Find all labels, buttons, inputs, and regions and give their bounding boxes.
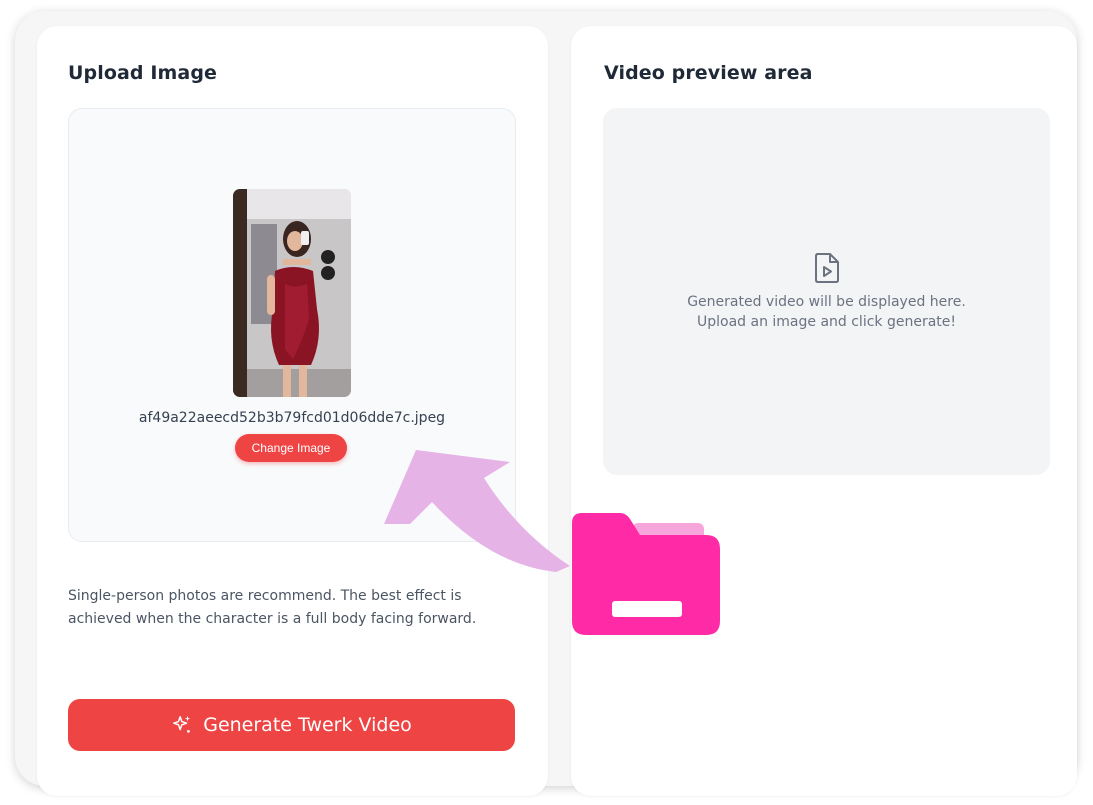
change-image-button[interactable]: Change Image [235,434,347,462]
uploaded-photo-thumbnail [233,189,351,397]
upload-card: Upload Image af49a22aeecd52b3b79fcd01d06… [37,26,548,796]
generate-video-button[interactable]: Generate Twerk Video [68,699,515,751]
app-frame: Upload Image af49a22aeecd52b3b79fcd01d06… [15,11,1077,796]
preview-card: Video preview area Generated video will … [571,26,1077,796]
video-file-icon [815,253,839,283]
preview-placeholder-text: Generated video will be displayed here. … [603,292,1050,332]
preview-title: Video preview area [604,62,813,84]
curved-arrow-icon [384,450,570,572]
video-preview-area: Generated video will be displayed here. … [603,108,1050,475]
generate-label: Generate Twerk Video [203,714,412,736]
photo-thumbnail [233,189,351,397]
upload-hint: Single-person photos are recommend. The … [68,588,477,627]
folder-icon [572,513,720,635]
upload-title: Upload Image [68,62,218,84]
sparkles-icon [173,715,191,733]
uploaded-filename: af49a22aeecd52b3b79fcd01d06dde7c.jpeg [138,410,446,426]
preview-line-1: Generated video will be displayed here. [687,294,966,310]
preview-line-2: Upload an image and click generate! [696,314,957,330]
